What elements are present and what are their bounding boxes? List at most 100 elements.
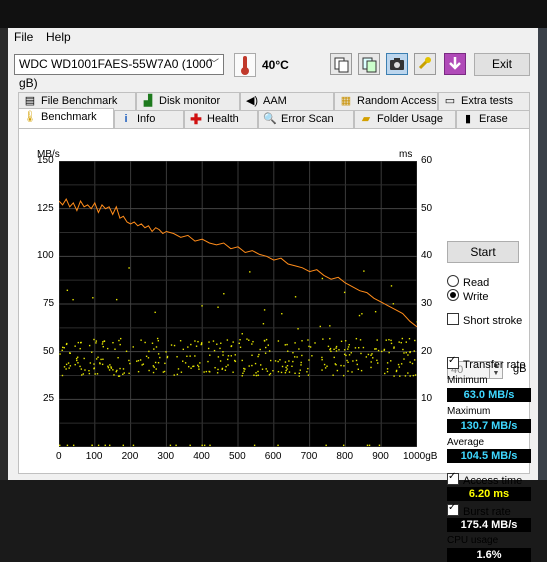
access-time-point: [59, 444, 61, 447]
access-time-point: [186, 355, 188, 357]
down-arrow-icon: [449, 57, 461, 70]
access-time-point: [343, 291, 346, 294]
tab-disk-monitor[interactable]: ▟ Disk monitor: [136, 92, 240, 110]
access-time-point: [132, 444, 135, 447]
access-time-point: [342, 444, 345, 447]
access-time-point: [75, 357, 78, 360]
access-time-point: [399, 375, 401, 377]
access-time-point: [354, 347, 357, 349]
access-time-point: [330, 350, 332, 353]
transfer-rate-checkbox[interactable]: Transfer rate: [447, 355, 526, 371]
tab-health[interactable]: ✚ Health: [184, 110, 258, 128]
access-time-point: [103, 340, 106, 342]
desktop-background-left: [0, 28, 8, 480]
access-time-point: [157, 340, 160, 342]
options-button[interactable]: [414, 53, 436, 75]
access-time-point: [258, 353, 260, 356]
access-time-point: [284, 361, 287, 363]
short-stroke-checkbox[interactable]: Short stroke: [447, 313, 522, 327]
access-time-point: [119, 337, 122, 340]
access-time-point: [232, 371, 234, 373]
access-time-point: [180, 371, 183, 373]
access-time-point: [288, 360, 290, 362]
access-time-point: [97, 356, 99, 358]
access-time-point: [350, 352, 352, 354]
access-time-point: [360, 352, 362, 355]
write-radio[interactable]: Write: [447, 289, 488, 303]
access-time-point: [80, 341, 82, 344]
access-time-point: [378, 444, 381, 447]
access-time-checkbox[interactable]: Access time: [447, 471, 522, 487]
access-time-point: [122, 373, 124, 375]
access-time-point: [217, 356, 220, 358]
average-value: 104.5 MB/s: [447, 449, 531, 463]
access-time-point: [342, 374, 345, 377]
access-time-point: [301, 340, 303, 342]
start-button[interactable]: Start: [447, 241, 519, 263]
screenshot-button[interactable]: [386, 53, 408, 75]
access-time-point: [219, 347, 221, 350]
access-time-point: [136, 360, 138, 362]
access-time-point: [277, 340, 280, 342]
tab-erase[interactable]: ▮ Erase: [456, 110, 530, 128]
access-time-point: [101, 363, 104, 366]
copy-info-button[interactable]: [358, 53, 380, 75]
erase-icon: ▮: [464, 113, 472, 125]
folder-icon: ▰: [361, 113, 371, 125]
access-time-point: [376, 339, 378, 341]
tab-random-access[interactable]: ▦ Random Access: [334, 92, 438, 110]
wrench-icon: [418, 57, 431, 70]
tab-error-scan[interactable]: 🔍 Error Scan: [258, 110, 354, 128]
access-time-point: [144, 341, 146, 344]
access-time-point: [296, 356, 298, 358]
exit-button[interactable]: Exit: [474, 53, 530, 76]
access-time-point: [208, 341, 210, 343]
access-time-point: [257, 355, 259, 358]
access-time-point: [392, 303, 395, 305]
access-time-point: [241, 333, 243, 335]
access-time-point: [297, 328, 299, 330]
access-time-point: [109, 364, 111, 366]
x-tick-label: 100: [85, 451, 103, 462]
x-tick-label: 700: [300, 451, 318, 462]
tab-benchmark[interactable]: 🌡 Benchmark: [18, 108, 114, 128]
y-tick-label: 150: [37, 155, 54, 166]
access-time-point: [61, 349, 63, 352]
access-time-point: [263, 309, 266, 311]
access-time-point: [393, 347, 395, 349]
access-time-value: 6.20 ms: [447, 487, 531, 501]
save-button[interactable]: [444, 53, 466, 75]
tab-info[interactable]: i Info: [114, 110, 184, 128]
access-time-point: [187, 365, 190, 368]
x-tick-label: 0: [56, 451, 62, 462]
access-time-point: [156, 337, 159, 340]
menu-file[interactable]: File: [14, 30, 33, 44]
access-time-point: [194, 340, 196, 342]
access-time-point: [165, 351, 167, 353]
tab-label: Folder Usage: [377, 113, 444, 125]
tab-aam[interactable]: ◀) AAM: [240, 92, 334, 110]
copy-text-button[interactable]: [330, 53, 352, 75]
burst-rate-checkbox[interactable]: Burst rate: [447, 502, 511, 518]
drive-select[interactable]: WDC WD1001FAES-55W7A0 (1000 gB) ﹀: [14, 54, 224, 90]
access-time-point: [294, 372, 296, 374]
tab-extra-tests[interactable]: ▭ Extra tests: [438, 92, 530, 110]
thermometer-icon: [234, 53, 256, 77]
info-icon: i: [124, 113, 128, 125]
menu-help[interactable]: Help: [46, 30, 71, 44]
access-time-point: [72, 444, 75, 447]
access-time-point: [358, 314, 361, 317]
access-time-point: [207, 360, 209, 363]
access-time-point: [299, 369, 301, 371]
access-time-point: [371, 353, 373, 355]
short-stroke-label: Short stroke: [463, 315, 523, 327]
tab-folder-usage[interactable]: ▰ Folder Usage: [354, 110, 456, 128]
access-time-point: [173, 344, 176, 347]
access-time-point: [84, 369, 86, 371]
access-time-point: [155, 346, 158, 348]
access-time-point: [340, 364, 342, 367]
access-time-point: [380, 350, 383, 353]
access-time-point: [65, 363, 68, 366]
y2-tick-label: 30: [421, 298, 433, 309]
read-radio[interactable]: Read: [447, 275, 489, 289]
